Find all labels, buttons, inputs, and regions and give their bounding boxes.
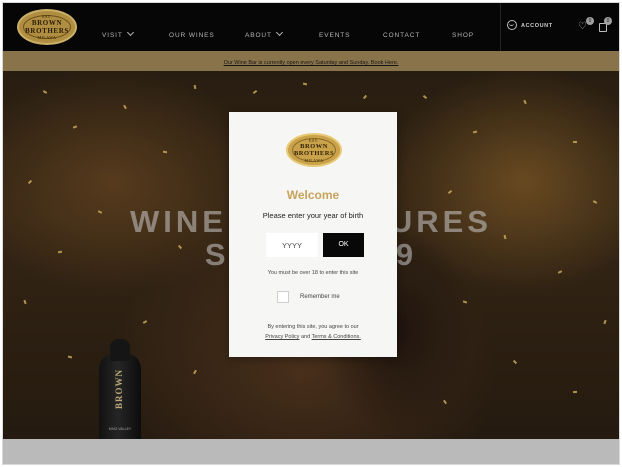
age-requirement-note: You must be over 18 to enter this site [267, 270, 359, 276]
welcome-heading: Welcome [286, 188, 340, 202]
remember-me-label[interactable]: Remember me [300, 294, 340, 300]
age-gate-modal: EST. BROWN BROTHERS MILAWA Welcome Pleas… [229, 112, 397, 357]
terms-agreement: By entering this site, you agree to our … [229, 322, 397, 342]
ok-button[interactable]: OK [323, 233, 364, 257]
modal-logo: EST. BROWN BROTHERS MILAWA [286, 133, 342, 167]
logo-bottom-text: MILAWA [304, 157, 324, 163]
and-text: and [300, 334, 311, 340]
logo-line2: BROTHERS [293, 150, 335, 157]
terms-conditions-link[interactable]: Terms & Conditions. [312, 334, 361, 340]
remember-me-checkbox[interactable] [277, 291, 289, 303]
browser-viewport: EST. BROWN BROTHERS MILAWA VISIT OUR WIN… [2, 2, 620, 465]
agree-prefix: By entering this site, you agree to our [267, 324, 359, 330]
birth-year-input[interactable] [266, 233, 318, 257]
birth-year-prompt: Please enter your year of birth [262, 211, 364, 220]
logo-line1: BROWN [300, 142, 328, 150]
privacy-policy-link[interactable]: Privacy Policy [265, 334, 299, 340]
